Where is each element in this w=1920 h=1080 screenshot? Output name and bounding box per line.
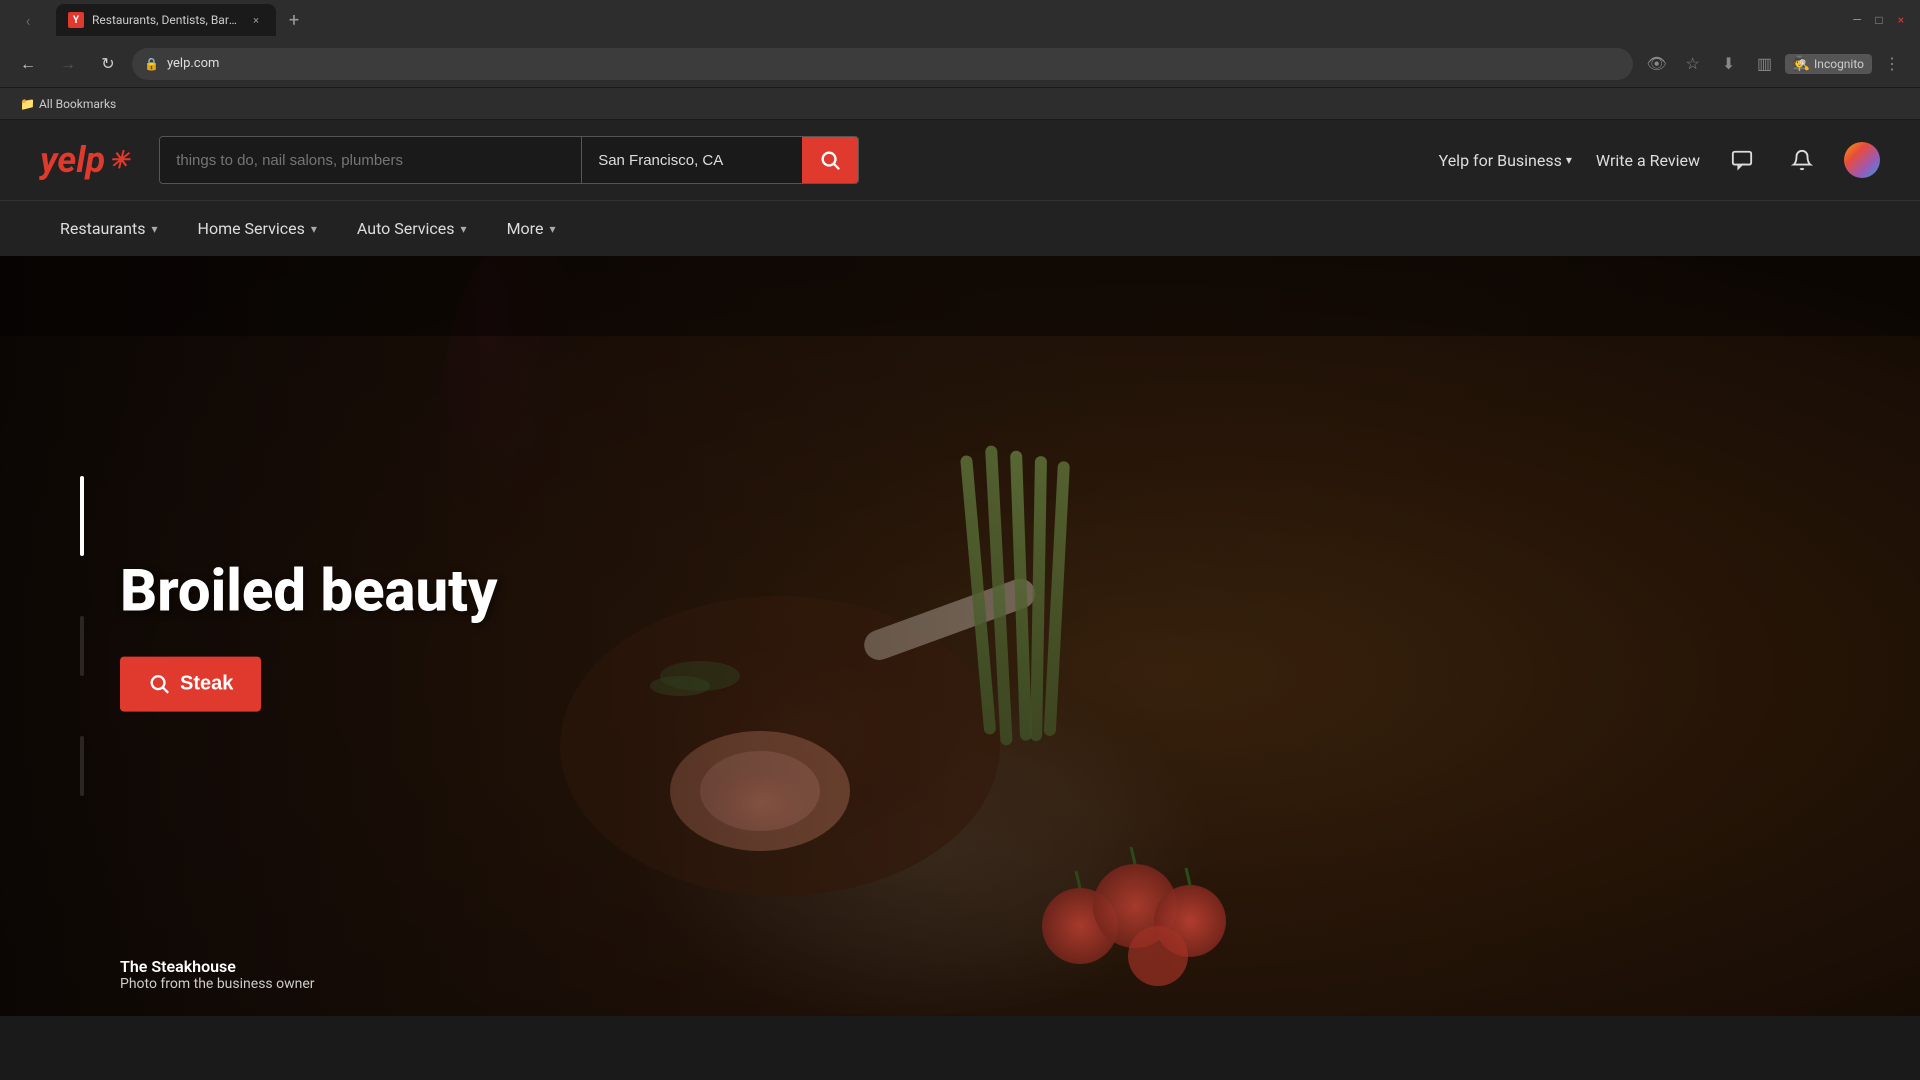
hero-title: Broiled beauty (120, 561, 498, 625)
user-avatar[interactable] (1844, 142, 1880, 178)
chat-icon[interactable] (1724, 142, 1760, 178)
lock-icon: 🔒 (144, 57, 159, 71)
yelp-burst-icon: ✳ (109, 146, 129, 174)
yelp-nav: Restaurants ▾ Home Services ▾ Auto Servi… (0, 200, 1920, 256)
sidebar-icon[interactable]: ▥ (1749, 48, 1781, 80)
write-review-link[interactable]: Write a Review (1596, 151, 1700, 170)
search-where-input[interactable] (582, 137, 802, 183)
minimize-button[interactable]: — (1850, 13, 1864, 27)
new-tab-button[interactable]: + (280, 6, 308, 34)
yelp-logo-text: yelp (40, 139, 105, 181)
yelp-logo[interactable]: yelp ✳ (40, 139, 129, 181)
reload-button[interactable]: ↻ (92, 48, 124, 80)
bookmarks-bar: 📁 All Bookmarks (0, 88, 1920, 120)
back-button[interactable]: ‹ (12, 4, 44, 36)
back-nav-button[interactable]: ← (12, 48, 44, 80)
folder-icon: 📁 (20, 97, 35, 111)
steak-cta-button[interactable]: Steak (120, 656, 261, 711)
browser-toolbar: ← → ↻ 🔒 yelp.com 👁 ☆ ⬇ ▥ 🕵 Incognito ⋮ (0, 40, 1920, 88)
slide-indicator-3[interactable] (80, 736, 84, 796)
chevron-down-icon: ▾ (549, 222, 555, 236)
tab-title: Restaurants, Dentists, Bars, Bea (92, 13, 240, 27)
incognito-badge: 🕵 Incognito (1785, 54, 1872, 74)
steak-cta-label: Steak (180, 672, 233, 695)
address-bar[interactable]: 🔒 yelp.com (132, 48, 1633, 80)
chevron-down-icon: ▾ (461, 222, 467, 236)
slide-indicator-2[interactable] (80, 616, 84, 676)
nav-restaurants[interactable]: Restaurants ▾ (40, 201, 178, 257)
nav-more[interactable]: More ▾ (487, 201, 576, 257)
toolbar-actions: 👁 ☆ ⬇ ▥ 🕵 Incognito ⋮ (1641, 48, 1908, 80)
hero-section: Broiled beauty Steak The Steakhouse Phot… (0, 256, 1920, 1016)
yelp-header: yelp ✳ Yelp for Business ▾ Write a Revie… (0, 120, 1920, 200)
browser-titlebar: ‹ Y Restaurants, Dentists, Bars, Bea × +… (0, 0, 1920, 40)
hero-caption: The Steakhouse Photo from the business o… (120, 957, 315, 992)
forward-nav-button[interactable]: → (52, 48, 84, 80)
search-what-input[interactable] (160, 137, 582, 183)
browser-chrome: ‹ Y Restaurants, Dentists, Bars, Bea × +… (0, 0, 1920, 120)
tab-favicon: Y (68, 12, 84, 28)
hero-content: Broiled beauty Steak (120, 561, 498, 712)
yelp-for-business-link[interactable]: Yelp for Business ▾ (1439, 151, 1572, 170)
tab-close-button[interactable]: × (248, 12, 264, 28)
chevron-down-icon: ▾ (152, 222, 158, 236)
search-bar (159, 136, 859, 184)
maximize-button[interactable]: □ (1872, 13, 1886, 27)
caption-photo-credit: Photo from the business owner (120, 976, 315, 992)
slide-indicator-1[interactable] (80, 476, 84, 556)
close-window-button[interactable]: × (1894, 13, 1908, 27)
download-icon[interactable]: ⬇ (1713, 48, 1745, 80)
slide-indicators (80, 476, 84, 796)
nav-home-services[interactable]: Home Services ▾ (178, 201, 337, 257)
more-options-icon[interactable]: ⋮ (1876, 48, 1908, 80)
chevron-down-icon: ▾ (1566, 153, 1572, 167)
search-button[interactable] (802, 137, 858, 183)
active-tab[interactable]: Y Restaurants, Dentists, Bars, Bea × (56, 4, 276, 36)
caption-business-name: The Steakhouse (120, 957, 315, 976)
yelp-website: yelp ✳ Yelp for Business ▾ Write a Revie… (0, 120, 1920, 1016)
window-controls: — □ × (1850, 13, 1908, 27)
search-icon (148, 673, 170, 695)
header-right: Yelp for Business ▾ Write a Review (1439, 142, 1880, 178)
tab-bar: Y Restaurants, Dentists, Bars, Bea × + (56, 4, 1842, 36)
nav-auto-services[interactable]: Auto Services ▾ (337, 201, 487, 257)
eye-off-icon[interactable]: 👁 (1641, 48, 1673, 80)
star-icon[interactable]: ☆ (1677, 48, 1709, 80)
bookmarks-folder[interactable]: 📁 All Bookmarks (12, 97, 124, 111)
notifications-icon[interactable] (1784, 142, 1820, 178)
chevron-down-icon: ▾ (311, 222, 317, 236)
address-text: yelp.com (167, 56, 1621, 71)
